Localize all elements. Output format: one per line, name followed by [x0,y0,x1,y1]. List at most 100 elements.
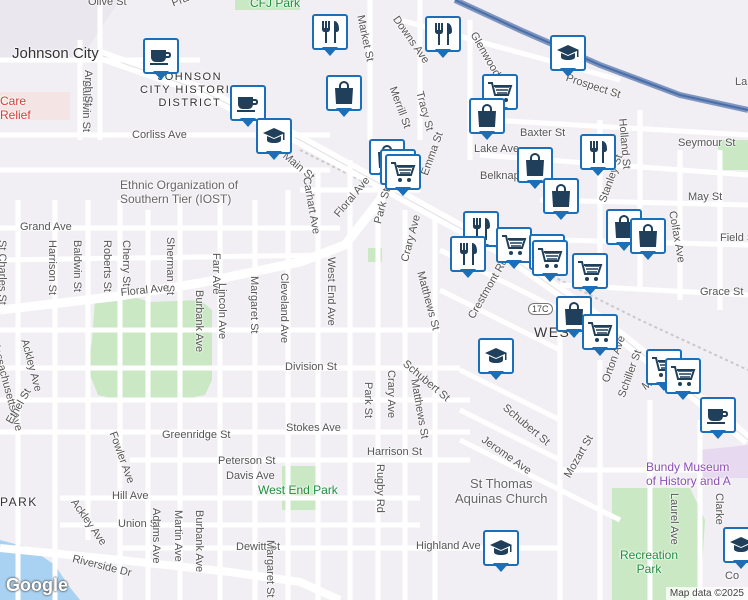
street-label: Co [725,570,740,582]
fork-knife-icon [432,22,454,46]
shopping-cart-icon [537,247,563,269]
grocery-pin[interactable] [532,240,568,284]
graduation-cap-icon [729,535,748,555]
shopping-bag-icon [550,184,572,208]
map-copyright[interactable]: Map data ©2025 [665,587,748,600]
restaurant-pin[interactable] [450,236,486,280]
grocery-pin[interactable] [665,358,701,402]
district-line-2: CITY HISTORIC [140,84,240,96]
school-pin[interactable] [723,527,748,571]
restaurant-pin[interactable] [580,134,616,178]
pin-tip [592,347,608,356]
school-pin[interactable] [550,35,586,79]
pin-box [256,118,292,154]
west-end-park-label: West End Park [258,483,338,497]
street-label: Davis Ave [226,470,275,482]
shopping-bag-icon [524,153,546,177]
shopping-cart-icon [587,321,613,343]
store-pin[interactable] [630,218,666,262]
iost-line-2: Southern Tier (IOST) [120,192,232,206]
street-label: Grace St [700,286,744,298]
church-line-2: Aquinas Church [455,491,548,506]
pin-tip [675,391,691,400]
street-label: Cherry St [120,240,132,287]
iost-label: Ethnic Organization of Southern Tier (IO… [120,178,238,206]
shopping-bag-icon [476,104,498,128]
pin-tip [460,269,476,278]
pin-tip [435,49,451,58]
street-label: Cleveland Ave [278,273,290,344]
church-line-1: St Thomas [469,476,533,491]
shopping-cart-icon [501,234,527,256]
street-label: Baxter St [520,127,566,139]
pin-tip [582,286,598,295]
grocery-pin[interactable] [582,314,618,358]
street-label: Rugby Rd [374,464,386,513]
street-label: Margaret St [248,276,260,334]
street-label: Lincoln Ave [216,283,228,340]
fork-knife-icon [587,140,609,164]
street-label: Lake Ave [474,143,520,155]
street-label: May St [688,191,723,203]
pin-box [425,16,461,52]
google-logo: Google [6,575,68,595]
pin-tip [240,118,256,127]
pin-tip [733,560,748,569]
grocery-pin[interactable] [385,154,421,198]
pin-tip [479,131,495,140]
recreation-label-line-2: Park [636,562,662,576]
pin-tip [488,371,504,380]
coffee-pin[interactable] [143,38,179,82]
graduation-cap-icon [489,538,513,558]
street-label: Margaret St [264,540,276,598]
route-shield: 17C [528,303,553,315]
street-label: Greenridge St [162,429,231,441]
restaurant-pin[interactable] [425,16,461,60]
store-pin[interactable] [543,178,579,222]
street-label: Park St [362,382,374,419]
pin-tip [640,251,656,260]
store-pin[interactable] [326,75,362,119]
pin-tip [336,108,352,117]
school-pin[interactable] [478,338,514,382]
graduation-cap-icon [262,126,286,146]
street-label: Field St [720,232,748,244]
pin-box [630,218,666,254]
grocery-pin[interactable] [496,227,532,271]
street-label: Grand Ave [20,221,72,233]
pin-tip [560,68,576,77]
fork-knife-icon [457,242,479,266]
school-pin[interactable] [256,118,292,162]
pin-box [700,397,736,433]
bundy-line-2: of History and A [646,474,731,488]
street-label: Baldwin St [71,240,83,292]
pin-box [483,530,519,566]
pin-tip [553,211,569,220]
pin-tip [493,563,509,572]
recreation-label-line-1: Recreation [620,548,679,562]
store-pin[interactable] [469,98,505,142]
pin-box [326,75,362,111]
graduation-cap-icon [484,346,508,366]
city-label: Johnson City [12,45,99,62]
pin-box [572,253,608,289]
coffee-cup-icon [236,93,260,113]
district-line-3: DISTRICT [158,97,222,109]
pin-box [496,227,532,263]
street-label: Hill Ave [112,490,149,502]
coffee-pin[interactable] [700,397,736,441]
grocery-pin[interactable] [572,253,608,297]
pin-box [580,134,616,170]
street-label: West End Ave [325,257,337,326]
church-label: St Thomas Aquinas Church [455,476,548,506]
school-pin[interactable] [483,530,519,574]
street-label: Corliss Ave [132,129,187,141]
pin-box [385,154,421,190]
restaurant-pin[interactable] [312,14,348,58]
street-label: La [735,76,748,88]
street-label: Arch St [82,70,94,107]
street-label: Crary Ave [385,370,397,419]
pin-box [723,527,748,563]
pin-box [312,14,348,50]
pin-box [478,338,514,374]
